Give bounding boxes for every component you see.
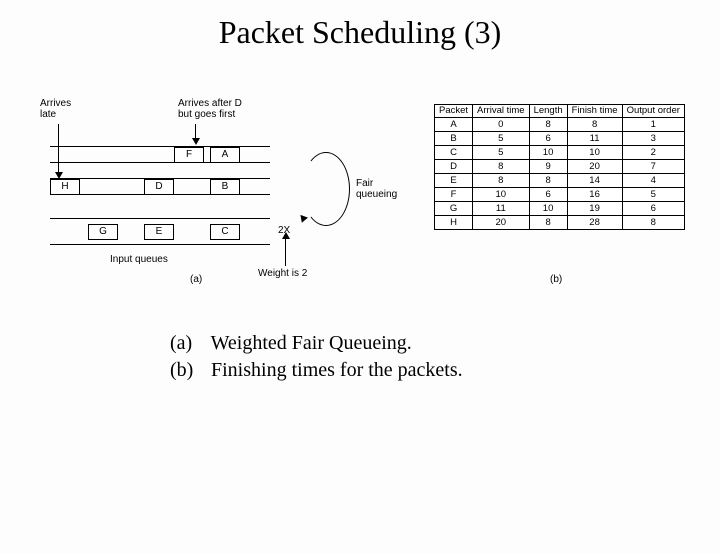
page-title: Packet Scheduling (3) <box>0 14 720 51</box>
caption-b-label: (b) <box>170 359 206 382</box>
table-cell: 4 <box>622 173 684 187</box>
th-output: Output order <box>622 105 684 118</box>
table-row: D89207 <box>435 159 685 173</box>
th-length: Length <box>529 105 567 118</box>
table-cell: 0 <box>473 117 530 131</box>
table-cell: D <box>435 159 473 173</box>
table-row: H208288 <box>435 215 685 229</box>
table-cell: 8 <box>529 215 567 229</box>
table-cell: 6 <box>622 201 684 215</box>
packet-box: A <box>210 147 240 163</box>
table-cell: 5 <box>473 131 530 145</box>
figure-a-sublabel: (a) <box>190 274 202 285</box>
table-cell: 11 <box>567 131 622 145</box>
packet-box: E <box>144 224 174 240</box>
th-arrival: Arrival time <box>473 105 530 118</box>
caption-a-label: (a) <box>170 332 206 355</box>
table-row: E88144 <box>435 173 685 187</box>
table-row: G1110196 <box>435 201 685 215</box>
table-cell: 3 <box>622 131 684 145</box>
table-cell: F <box>435 187 473 201</box>
packet-box: F <box>174 147 204 163</box>
caption-b-text: Finishing times for the packets. <box>211 359 463 381</box>
arrow-head-icon <box>298 215 308 224</box>
table-cell: 9 <box>529 159 567 173</box>
label-input-queues: Input queues <box>110 254 168 265</box>
table-cell: 28 <box>567 215 622 229</box>
table-cell: 8 <box>622 215 684 229</box>
arrow-head-icon <box>192 138 200 145</box>
label-arrives-late: Arrives late <box>40 98 71 120</box>
table-cell: 19 <box>567 201 622 215</box>
table-cell: 20 <box>567 159 622 173</box>
table-cell: 6 <box>529 187 567 201</box>
packet-box: G <box>88 224 118 240</box>
table-cell: 10 <box>529 145 567 159</box>
label-weight-is-2: Weight is 2 <box>258 268 307 279</box>
label-arrives-after-d: Arrives after D but goes first <box>178 98 242 120</box>
finish-time-table: Packet Arrival time Length Finish time O… <box>434 104 685 230</box>
table-cell: G <box>435 201 473 215</box>
table-cell: E <box>435 173 473 187</box>
th-finish: Finish time <box>567 105 622 118</box>
label-fair-queueing: Fair queueing <box>356 178 397 200</box>
table-cell: 5 <box>473 145 530 159</box>
table-cell: B <box>435 131 473 145</box>
table-cell: 10 <box>529 201 567 215</box>
table-cell: 8 <box>529 117 567 131</box>
table-cell: 6 <box>529 131 567 145</box>
table-cell: 14 <box>567 173 622 187</box>
table-cell: 7 <box>622 159 684 173</box>
table-cell: 8 <box>529 173 567 187</box>
arrow-arrives-after-d <box>195 124 196 138</box>
circular-arrow-icon <box>302 152 350 226</box>
figure-b-sublabel: (b) <box>550 274 562 285</box>
table-cell: 20 <box>473 215 530 229</box>
table-cell: 5 <box>622 187 684 201</box>
packet-box: C <box>210 224 240 240</box>
table-row: C510102 <box>435 145 685 159</box>
table-cell: C <box>435 145 473 159</box>
arrow-head-icon <box>282 232 290 239</box>
table-row: F106165 <box>435 187 685 201</box>
table-row: B56113 <box>435 131 685 145</box>
th-packet: Packet <box>435 105 473 118</box>
table-cell: A <box>435 117 473 131</box>
table-cell: 8 <box>567 117 622 131</box>
arrow-weight <box>285 238 286 266</box>
table-header-row: Packet Arrival time Length Finish time O… <box>435 105 685 118</box>
packet-box: D <box>144 179 174 195</box>
table-row: A0881 <box>435 117 685 131</box>
table-cell: H <box>435 215 473 229</box>
table-cell: 10 <box>567 145 622 159</box>
table-cell: 8 <box>473 173 530 187</box>
table-cell: 11 <box>473 201 530 215</box>
arrow-arrives-late <box>58 124 59 172</box>
table-cell: 2 <box>622 145 684 159</box>
packet-box: B <box>210 179 240 195</box>
table-cell: 10 <box>473 187 530 201</box>
table-cell: 1 <box>622 117 684 131</box>
packet-box: H <box>50 179 80 195</box>
table-cell: 16 <box>567 187 622 201</box>
table-cell: 8 <box>473 159 530 173</box>
caption-block: (a) Weighted Fair Queueing. (b) Finishin… <box>170 332 463 386</box>
caption-a-text: Weighted Fair Queueing. <box>211 332 412 354</box>
